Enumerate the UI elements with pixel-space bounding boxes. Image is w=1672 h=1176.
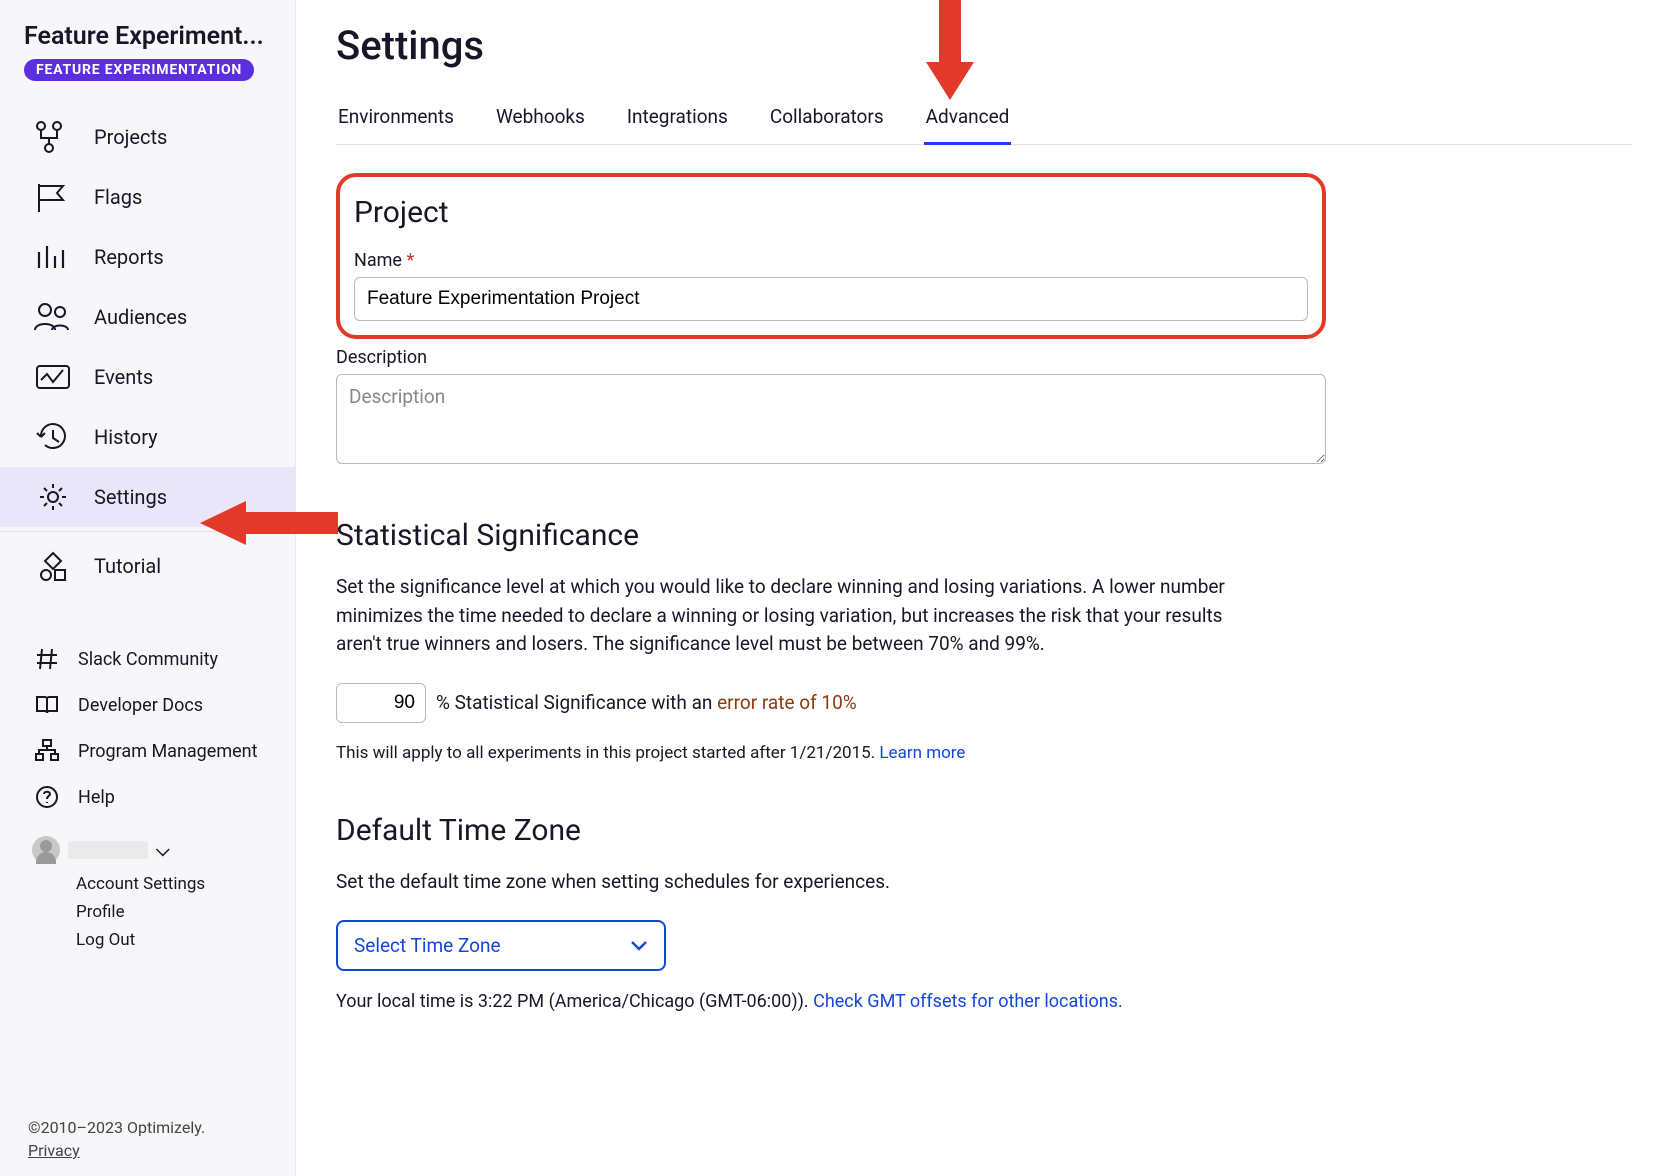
org-icon <box>32 736 62 766</box>
help-icon <box>32 782 62 812</box>
tab-webhooks[interactable]: Webhooks <box>494 99 587 144</box>
nav-item-reports[interactable]: Reports <box>0 227 295 287</box>
learn-more-link[interactable]: Learn more <box>879 743 965 763</box>
nav-item-events[interactable]: Events <box>0 347 295 407</box>
account-toggle[interactable]: ⌵ <box>32 836 271 864</box>
nav-label: History <box>94 425 158 449</box>
name-label: Name * <box>354 250 1308 271</box>
project-description-input[interactable] <box>336 374 1326 464</box>
project-name-input[interactable] <box>354 277 1308 321</box>
tab-integrations[interactable]: Integrations <box>625 99 730 144</box>
nav-item-history[interactable]: History <box>0 407 295 467</box>
flags-icon <box>32 179 74 215</box>
nav-item-flags[interactable]: Flags <box>0 167 295 227</box>
nav-label: Help <box>78 787 115 808</box>
timezone-body: Set the default time zone when setting s… <box>336 868 1266 897</box>
error-rate-link[interactable]: error rate of 10% <box>717 691 857 714</box>
copyright: ©2010–2023 Optimizely. <box>28 1118 271 1137</box>
nav-label: Program Management <box>78 741 258 762</box>
significance-input[interactable] <box>336 683 426 723</box>
hash-icon <box>32 644 62 674</box>
project-highlight: Project Name * <box>336 173 1326 339</box>
tab-collaborators[interactable]: Collaborators <box>768 99 886 144</box>
timezone-heading: Default Time Zone <box>336 813 1326 848</box>
privacy-link[interactable]: Privacy <box>28 1141 80 1160</box>
significance-heading: Statistical Significance <box>336 518 1326 553</box>
significance-suffix: % Statistical Significance with an error… <box>436 691 857 714</box>
settings-tabs: Environments Webhooks Integrations Colla… <box>336 99 1632 145</box>
annotation-arrow-down <box>920 0 980 110</box>
timezone-placeholder: Select Time Zone <box>354 934 501 957</box>
nav-label: Developer Docs <box>78 695 203 716</box>
nav-item-program[interactable]: Program Management <box>0 728 295 774</box>
nav-label: Reports <box>94 245 164 269</box>
reports-icon <box>32 239 74 275</box>
annotation-arrow-left <box>188 496 338 550</box>
page-title: Settings <box>336 22 1632 69</box>
nav-label: Events <box>94 365 153 389</box>
product-badge: FEATURE EXPERIMENTATION <box>24 59 254 81</box>
nav-item-docs[interactable]: Developer Docs <box>0 682 295 728</box>
nav-label: Tutorial <box>94 554 161 578</box>
significance-helper: This will apply to all experiments in th… <box>336 743 1326 763</box>
sidebar: Feature Experiment... FEATURE EXPERIMENT… <box>0 0 296 1176</box>
audiences-icon <box>32 299 74 335</box>
tutorial-icon <box>32 548 74 584</box>
tab-environments[interactable]: Environments <box>336 99 456 144</box>
history-icon <box>32 419 74 455</box>
projects-icon <box>32 119 74 155</box>
avatar <box>32 836 60 864</box>
account-settings-link[interactable]: Account Settings <box>76 870 271 898</box>
timezone-select[interactable]: Select Time Zone <box>336 920 666 971</box>
description-label: Description <box>336 347 1326 368</box>
secondary-nav: Slack Community Developer Docs Program M… <box>0 636 295 820</box>
significance-body: Set the significance level at which you … <box>336 573 1266 659</box>
account-block: ⌵ Account Settings Profile Log Out <box>0 820 295 962</box>
nav-label: Projects <box>94 125 167 149</box>
logout-link[interactable]: Log Out <box>76 926 271 954</box>
project-title: Feature Experiment... <box>24 22 271 51</box>
events-icon <box>32 359 74 395</box>
nav-item-projects[interactable]: Projects <box>0 107 295 167</box>
nav-item-help[interactable]: Help <box>0 774 295 820</box>
nav-item-audiences[interactable]: Audiences <box>0 287 295 347</box>
nav-label: Flags <box>94 185 142 209</box>
nav-label: Audiences <box>94 305 187 329</box>
account-name-redacted <box>68 841 148 859</box>
nav-item-slack[interactable]: Slack Community <box>0 636 295 682</box>
chevron-down-icon: ⌵ <box>156 840 170 861</box>
chevron-down-icon <box>630 940 648 952</box>
timezone-helper: Your local time is 3:22 PM (America/Chic… <box>336 991 1326 1012</box>
book-icon <box>32 690 62 720</box>
settings-icon <box>32 479 74 515</box>
nav-label: Settings <box>94 485 167 509</box>
gmt-offsets-link[interactable]: Check GMT offsets for other locations. <box>813 991 1123 1012</box>
main-content: Settings Environments Webhooks Integrati… <box>296 0 1672 1176</box>
profile-link[interactable]: Profile <box>76 898 271 926</box>
nav-label: Slack Community <box>78 649 218 670</box>
project-heading: Project <box>354 195 1308 230</box>
